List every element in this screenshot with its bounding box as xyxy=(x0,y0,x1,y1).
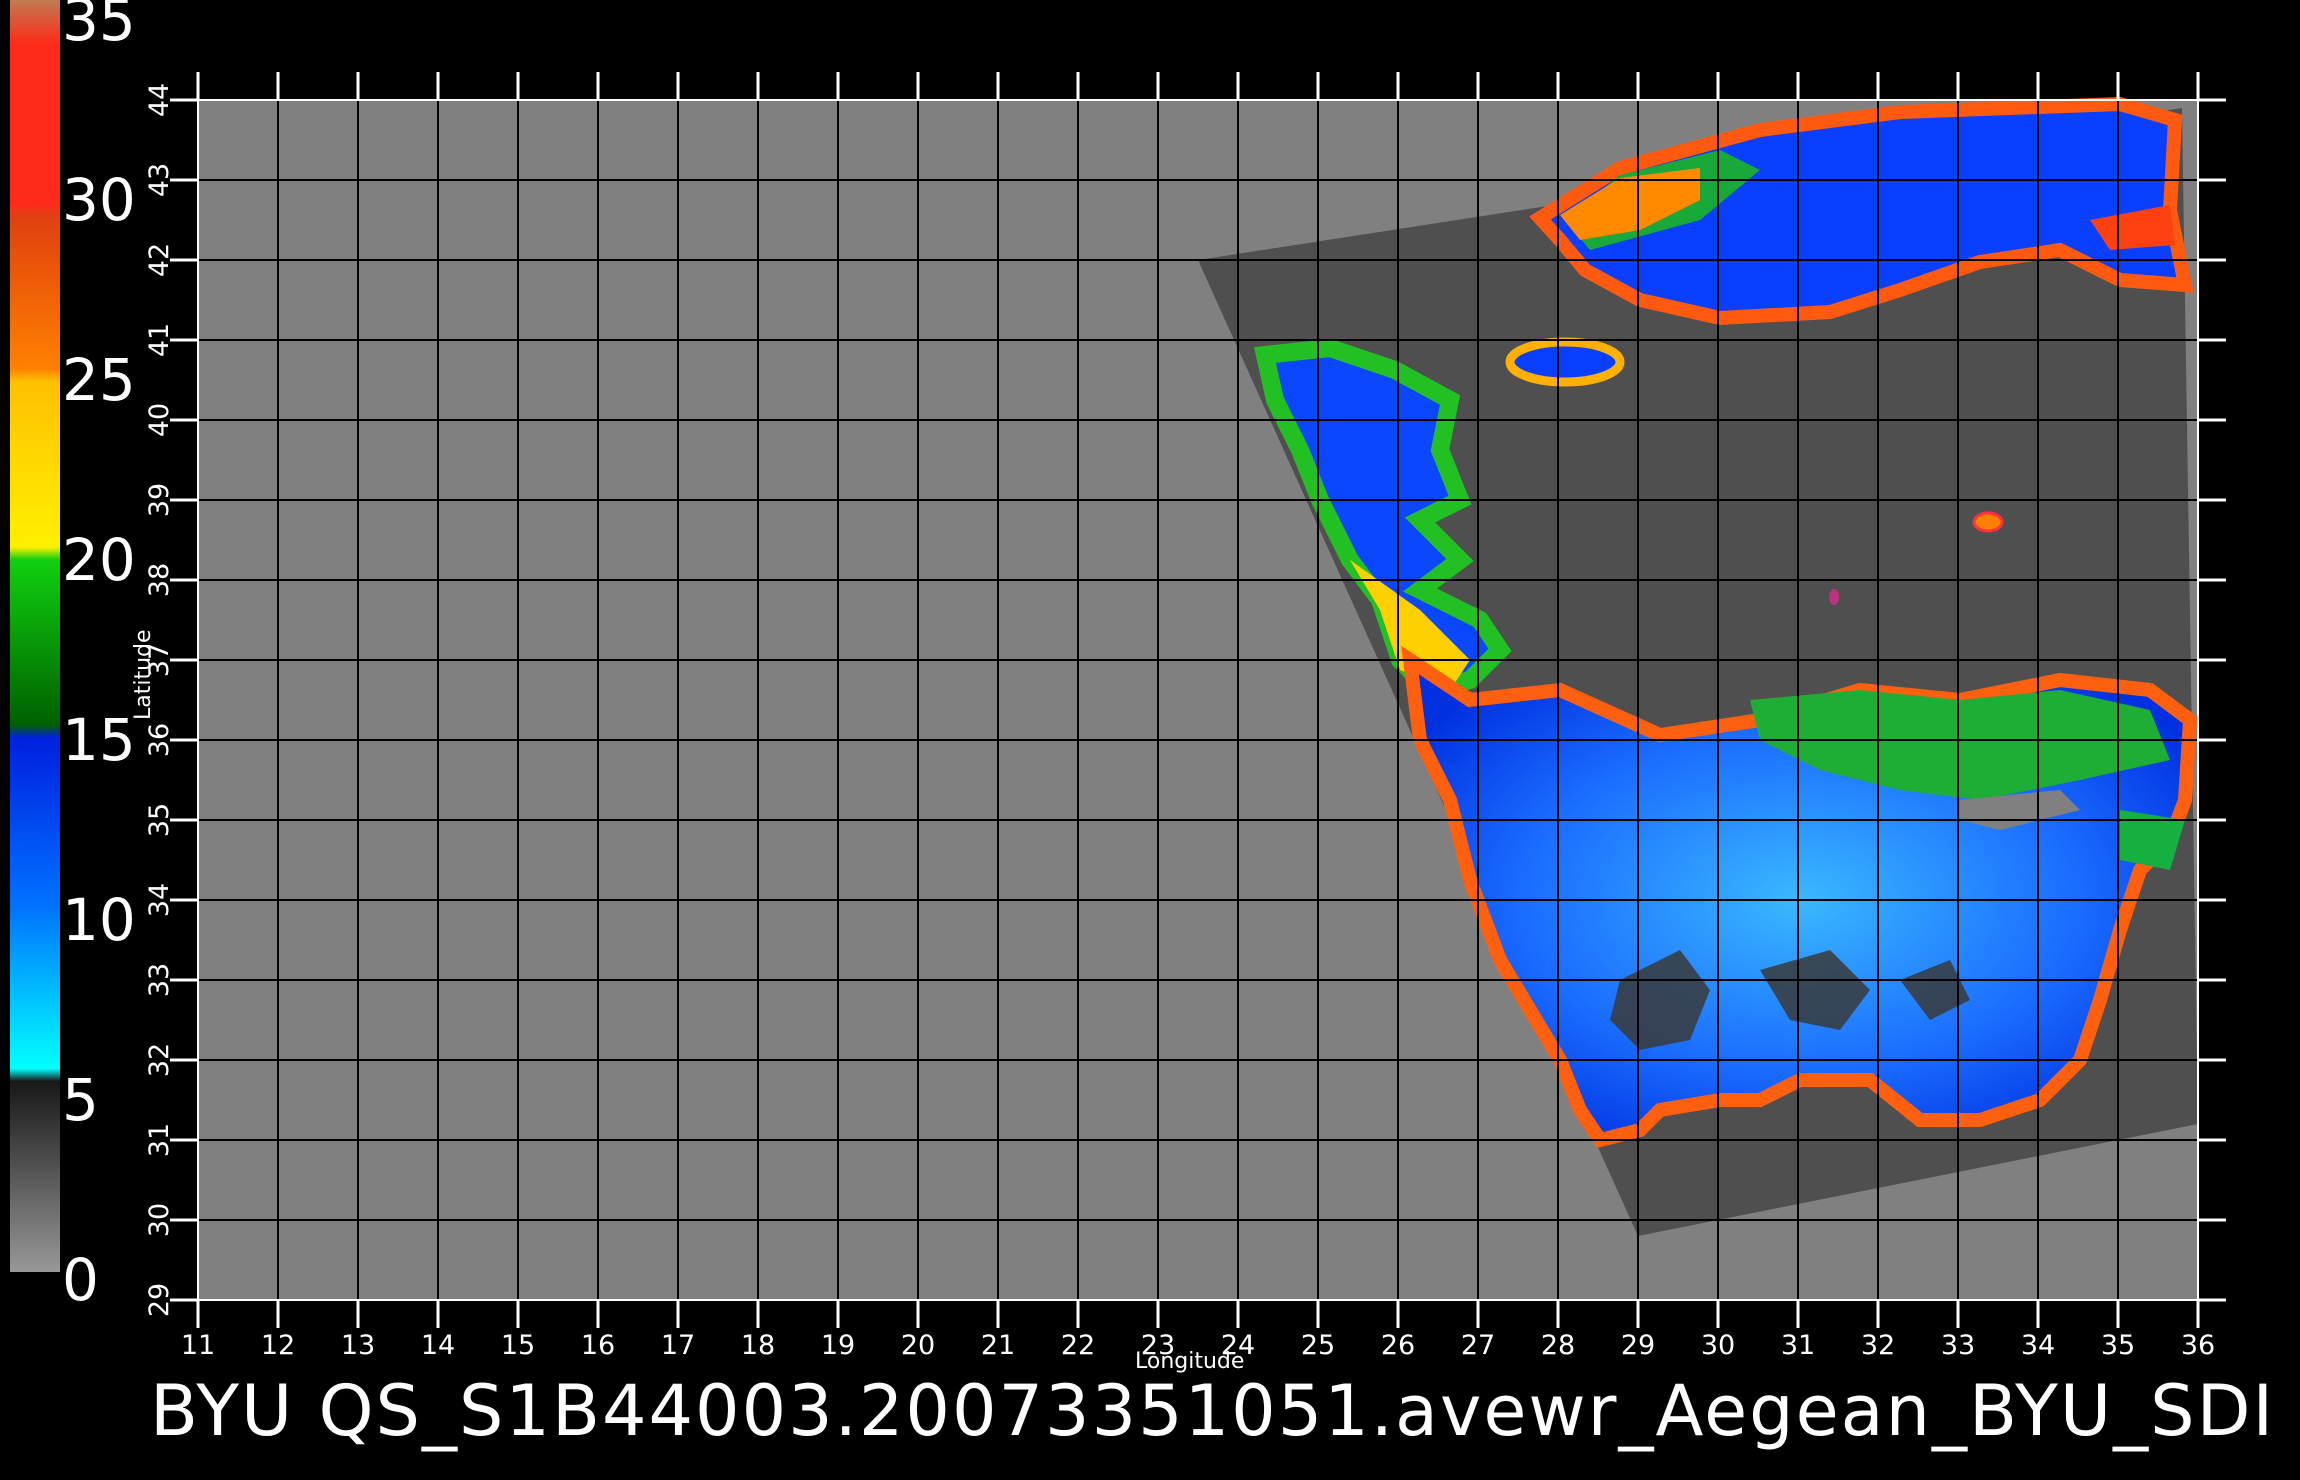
lon-tick-label-25: 25 xyxy=(1301,1330,1335,1361)
lon-tick-label-30: 30 xyxy=(1701,1330,1735,1361)
colorbar-label-0: 0 xyxy=(62,1246,99,1314)
lon-tick-label-26: 26 xyxy=(1381,1330,1415,1361)
lon-tick-label-12: 12 xyxy=(261,1330,295,1361)
colorbar-ramp xyxy=(10,0,60,1272)
lon-tick-label-15: 15 xyxy=(501,1330,535,1361)
lat-tick-label-42: 42 xyxy=(144,243,175,277)
lon-tick-label-27: 27 xyxy=(1461,1330,1495,1361)
colorbar-label-35: 35 xyxy=(62,0,136,54)
map-viewer: 35 30 25 20 15 10 5 0 11 12 13 14 15 16 … xyxy=(10,0,2275,1452)
lat-tick-label-40: 40 xyxy=(144,403,175,437)
lon-tick-label-17: 17 xyxy=(661,1330,695,1361)
file-name-footer: BYU QS_S1B44003.20073351051.avewr_Aegean… xyxy=(150,1370,2275,1452)
y-axis-title: Latitude xyxy=(131,629,156,720)
lat-tick-label-31: 31 xyxy=(144,1123,175,1157)
colorbar-label-15: 15 xyxy=(62,706,136,774)
colorbar-label-25: 25 xyxy=(62,346,136,414)
lon-tick-label-16: 16 xyxy=(581,1330,615,1361)
lon-tick-label-22: 22 xyxy=(1061,1330,1095,1361)
lat-tick-label-33: 33 xyxy=(144,963,175,997)
lat-tick-label-29: 29 xyxy=(144,1283,175,1317)
lon-tick-label-20: 20 xyxy=(901,1330,935,1361)
colorbar-label-5: 5 xyxy=(62,1066,99,1134)
marmara-region xyxy=(1505,337,1625,387)
lon-tick-label-19: 19 xyxy=(821,1330,855,1361)
lat-tick-label-35: 35 xyxy=(144,803,175,837)
lon-tick-label-35: 35 xyxy=(2101,1330,2135,1361)
lat-tick-label-32: 32 xyxy=(144,1043,175,1077)
lon-tick-label-36: 36 xyxy=(2181,1330,2215,1361)
lon-tick-label-29: 29 xyxy=(1621,1330,1655,1361)
colorbar-label-10: 10 xyxy=(62,886,136,954)
lon-tick-label-18: 18 xyxy=(741,1330,775,1361)
lon-tick-label-34: 34 xyxy=(2021,1330,2055,1361)
lon-tick-label-11: 11 xyxy=(181,1330,215,1361)
lat-tick-label-41: 41 xyxy=(144,323,175,357)
lon-tick-label-14: 14 xyxy=(421,1330,455,1361)
colorbar-label-20: 20 xyxy=(62,526,136,594)
lat-tick-label-30: 30 xyxy=(144,1203,175,1237)
inland-spot-2 xyxy=(1829,589,1839,605)
lon-tick-label-21: 21 xyxy=(981,1330,1015,1361)
map-panel: 11 12 13 14 15 16 17 18 19 20 21 22 23 24 25 26 27 28 29 30… xyxy=(131,72,2226,1374)
lat-tick-label-44: 44 xyxy=(144,83,175,117)
lon-tick-label-13: 13 xyxy=(341,1330,375,1361)
lon-tick-label-33: 33 xyxy=(1941,1330,1975,1361)
lon-tick-label-32: 32 xyxy=(1861,1330,1895,1361)
lat-tick-label-43: 43 xyxy=(144,163,175,197)
lat-tick-label-38: 38 xyxy=(144,563,175,597)
lat-tick-label-36: 36 xyxy=(144,723,175,757)
inland-spot-1 xyxy=(1972,511,2004,533)
colorbar: 35 30 25 20 15 10 5 0 xyxy=(10,0,136,1314)
colorbar-label-30: 30 xyxy=(62,166,136,234)
lon-tick-label-28: 28 xyxy=(1541,1330,1575,1361)
lon-tick-label-31: 31 xyxy=(1781,1330,1815,1361)
lat-tick-label-39: 39 xyxy=(144,483,175,517)
lat-tick-label-34: 34 xyxy=(144,883,175,917)
